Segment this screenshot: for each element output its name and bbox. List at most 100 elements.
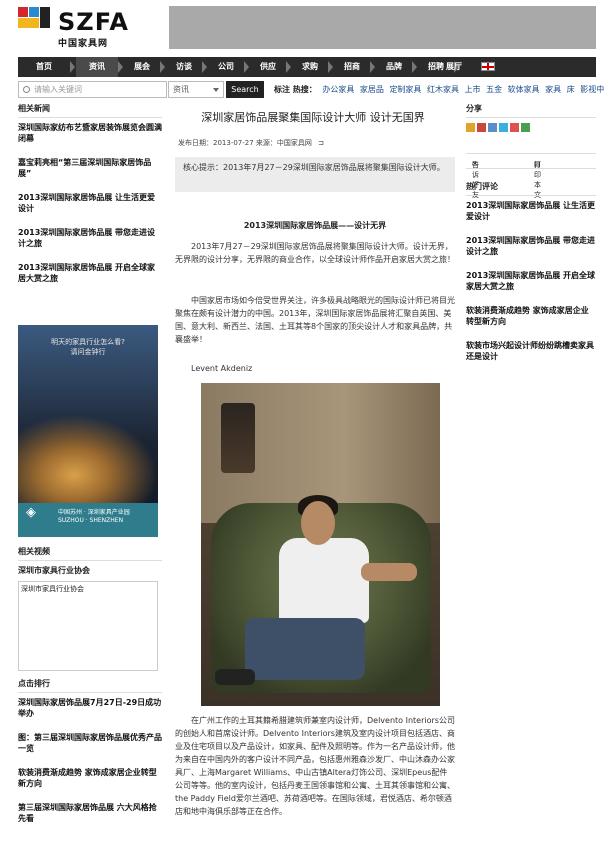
nav-item-interview[interactable]: 访谈 <box>166 57 202 77</box>
hot-search-item[interactable]: 影视中 <box>580 85 604 94</box>
nav-item-news[interactable]: 资讯 <box>76 57 118 77</box>
photo-head <box>301 501 335 545</box>
city-lights-graphic <box>18 415 158 515</box>
hot-search-item[interactable]: 软体家具 <box>508 85 540 94</box>
hot-comment-link[interactable]: 2013深圳国际家居饰品展 带您走进设计之旅 <box>466 235 596 257</box>
hot-search-label: 标注 热搜： <box>274 85 317 94</box>
top-banner[interactable] <box>169 6 596 49</box>
hot-search-item[interactable]: 红木家具 <box>427 85 459 94</box>
logo-square-yellow <box>18 18 39 28</box>
related-news-link[interactable]: 嘉宝莉亮相“第三届深圳国际家居饰品展” <box>18 157 162 179</box>
article-paragraph: 中国家居市场如今倍受世界关注，许多极具战略眼光的国际设计师已将目光聚焦在颇有设计… <box>175 296 455 344</box>
nav-separator <box>286 61 291 73</box>
ad-line: 请问金钟行 <box>70 348 106 356</box>
nav-separator <box>118 61 123 73</box>
ranking-link[interactable]: 深圳国际家居饰品展7月27日-29日成功举办 <box>18 697 162 719</box>
hot-comments: 热门评论 2013深圳国际家居饰品展 让生活更爱设计 2013深圳国际家居饰品展… <box>466 181 596 375</box>
click-ranking: 点击排行 深圳国际家居饰品展7月27日-29日成功举办 图：第三届深圳国际家居饰… <box>18 678 162 837</box>
site-logo[interactable]: SZFA 中国家具网 <box>18 7 128 49</box>
nav-separator <box>244 61 249 73</box>
core-tip: 核心提示：2013年7月27－29深圳国际家居饰品展将聚集国际设计大师。 <box>175 157 455 192</box>
ad-brand-strip: ◈ 中国苏州 · 深圳家具产业园 SUZHOU · SHENZHEN <box>18 503 158 537</box>
nav-item-company[interactable]: 公司 <box>208 57 244 77</box>
hot-search-item[interactable]: 办公家具 <box>322 85 354 94</box>
qzone-share-icon[interactable] <box>466 123 475 132</box>
nav-separator <box>412 61 417 73</box>
english-flag-icon[interactable] <box>481 62 495 71</box>
logo-subtitle: 中国家具网 <box>58 39 109 49</box>
close-window-icon[interactable]: ⊐ <box>318 139 324 147</box>
hot-comment-link[interactable]: 2013深圳国际家居饰品展 开启全球家居大赏之旅 <box>466 270 596 292</box>
hot-search-item[interactable]: 家具 <box>545 85 561 94</box>
related-news-title: 相关新闻 <box>18 103 162 118</box>
nav-item-invest[interactable]: 招商 <box>334 57 370 77</box>
nav-item-home[interactable]: 首页 <box>18 57 70 77</box>
related-news: 相关新闻 深圳国际家纺布艺暨家居装饰展览会圆满闭幕 嘉宝莉亮相“第三届深圳国际家… <box>18 103 162 297</box>
ad-text: 明天的家具行业怎么看? 请问金钟行 <box>26 337 150 359</box>
article-actions: ✉ 告诉好友 ▤ 打印本文 <box>466 153 596 199</box>
nav-item-showroom[interactable]: 展厅 <box>436 57 472 77</box>
video-thumbnail[interactable]: 深圳市家具行业协会 <box>18 581 158 671</box>
nav-separator <box>328 61 333 73</box>
hot-comment-link[interactable]: 2013深圳国际家居饰品展 让生活更爱设计 <box>466 200 596 222</box>
article-paragraph: 2013年7月27－29深圳国际家居饰品展将聚集国际设计大师。设计无界，无界限的… <box>175 242 455 264</box>
designer-photo <box>201 383 440 706</box>
related-video: 相关视频 深圳市家具行业协会 <box>18 546 162 576</box>
chevron-down-icon <box>213 88 219 92</box>
nav-item-expo[interactable]: 展会 <box>124 57 160 77</box>
related-news-link[interactable]: 深圳国际家纺布艺暨家居装饰展览会圆满闭幕 <box>18 122 162 144</box>
search-category-select[interactable]: 资讯 <box>168 81 224 98</box>
hot-search-item[interactable]: 上市 <box>465 85 481 94</box>
logo-text: SZFA <box>58 8 129 36</box>
weibo-share-icon[interactable] <box>477 123 486 132</box>
hot-search-bar: 标注 热搜： 办公家具 家居品 定制家具 红木家具 上市 五金 软体家具 家具 … <box>274 84 604 95</box>
search-input[interactable]: 请输入关键词 <box>18 81 167 98</box>
article-subtitle: 2013深圳国际家居饰品展——设计无界 <box>243 221 387 230</box>
hot-search-item[interactable]: 定制家具 <box>389 85 421 94</box>
article-meta: 发布日期：2013-07-27 来源：中国家具网 ⊐ <box>178 138 324 148</box>
share-icons <box>466 123 532 134</box>
renren-share-icon[interactable] <box>499 123 508 132</box>
nav-separator <box>70 61 75 73</box>
tencent-share-icon[interactable] <box>488 123 497 132</box>
video-link[interactable]: 深圳市家具行业协会 <box>18 565 162 576</box>
share-title: 分享 <box>466 103 596 118</box>
search-icon <box>23 86 30 93</box>
photo-shirt <box>279 538 369 623</box>
ranking-link[interactable]: 第三届深圳国际家居饰品展 六大风格抢先看 <box>18 802 162 824</box>
article-meta-text: 发布日期：2013-07-27 来源：中国家具网 <box>178 139 312 147</box>
main-nav: 首页 资讯 展会 访谈 公司 供应 求购 招商 品牌 招聘 展厅 <box>18 57 596 77</box>
search-category-value: 资讯 <box>173 85 189 94</box>
ranking-link[interactable]: 图：第三届深圳国际家居饰品展优秀产品一览 <box>18 732 162 754</box>
search-button[interactable]: Search <box>226 81 264 98</box>
related-video-title: 相关视频 <box>18 546 162 561</box>
designer-name: Levent Akdeniz <box>191 364 253 373</box>
more-share-icon[interactable] <box>521 123 530 132</box>
hot-comment-link[interactable]: 软装市场兴起设计师纷纷跳槽卖家具还是设计 <box>466 340 596 362</box>
logo-square-red <box>18 7 28 17</box>
related-news-link[interactable]: 2013深圳国际家居饰品展 开启全球家居大赏之旅 <box>18 262 162 284</box>
search-placeholder: 请输入关键词 <box>34 85 82 94</box>
nav-item-buy[interactable]: 求购 <box>292 57 328 77</box>
nav-separator <box>160 61 165 73</box>
ranking-link[interactable]: 软装消费渐成趋势 家饰成家居企业转型新方向 <box>18 767 162 789</box>
hot-search-item[interactable]: 五金 <box>486 85 502 94</box>
photo-shoe <box>215 669 255 685</box>
ad-line: 明天的家具行业怎么看? <box>51 338 125 346</box>
hot-search-item[interactable]: 家居品 <box>360 85 384 94</box>
video-caption: 深圳市家具行业协会 <box>21 585 84 593</box>
article-paragraph: 在广州工作的土耳其籍希腊建筑师兼室内设计师，Delvento Interiors… <box>175 716 455 816</box>
photo-lamp <box>221 403 255 473</box>
hot-search-item[interactable]: 床 <box>567 85 575 94</box>
ad-logo-icon: ◈ <box>26 505 36 520</box>
logo-square-blue <box>29 7 39 17</box>
nav-item-brand[interactable]: 品牌 <box>376 57 412 77</box>
hot-comment-link[interactable]: 软装消费渐成趋势 家饰成家居企业转型新方向 <box>466 305 596 327</box>
side-ad-image[interactable]: 明天的家具行业怎么看? 请问金钟行 ◈ 中国苏州 · 深圳家具产业园 SUZHO… <box>18 325 158 537</box>
nav-item-supply[interactable]: 供应 <box>250 57 286 77</box>
related-news-link[interactable]: 2013深圳国际家居饰品展 让生活更爱设计 <box>18 192 162 214</box>
douban-share-icon[interactable] <box>510 123 519 132</box>
related-news-link[interactable]: 2013深圳国际家居饰品展 带您走进设计之旅 <box>18 227 162 249</box>
nav-separator <box>370 61 375 73</box>
share-section: 分享 <box>466 103 596 122</box>
